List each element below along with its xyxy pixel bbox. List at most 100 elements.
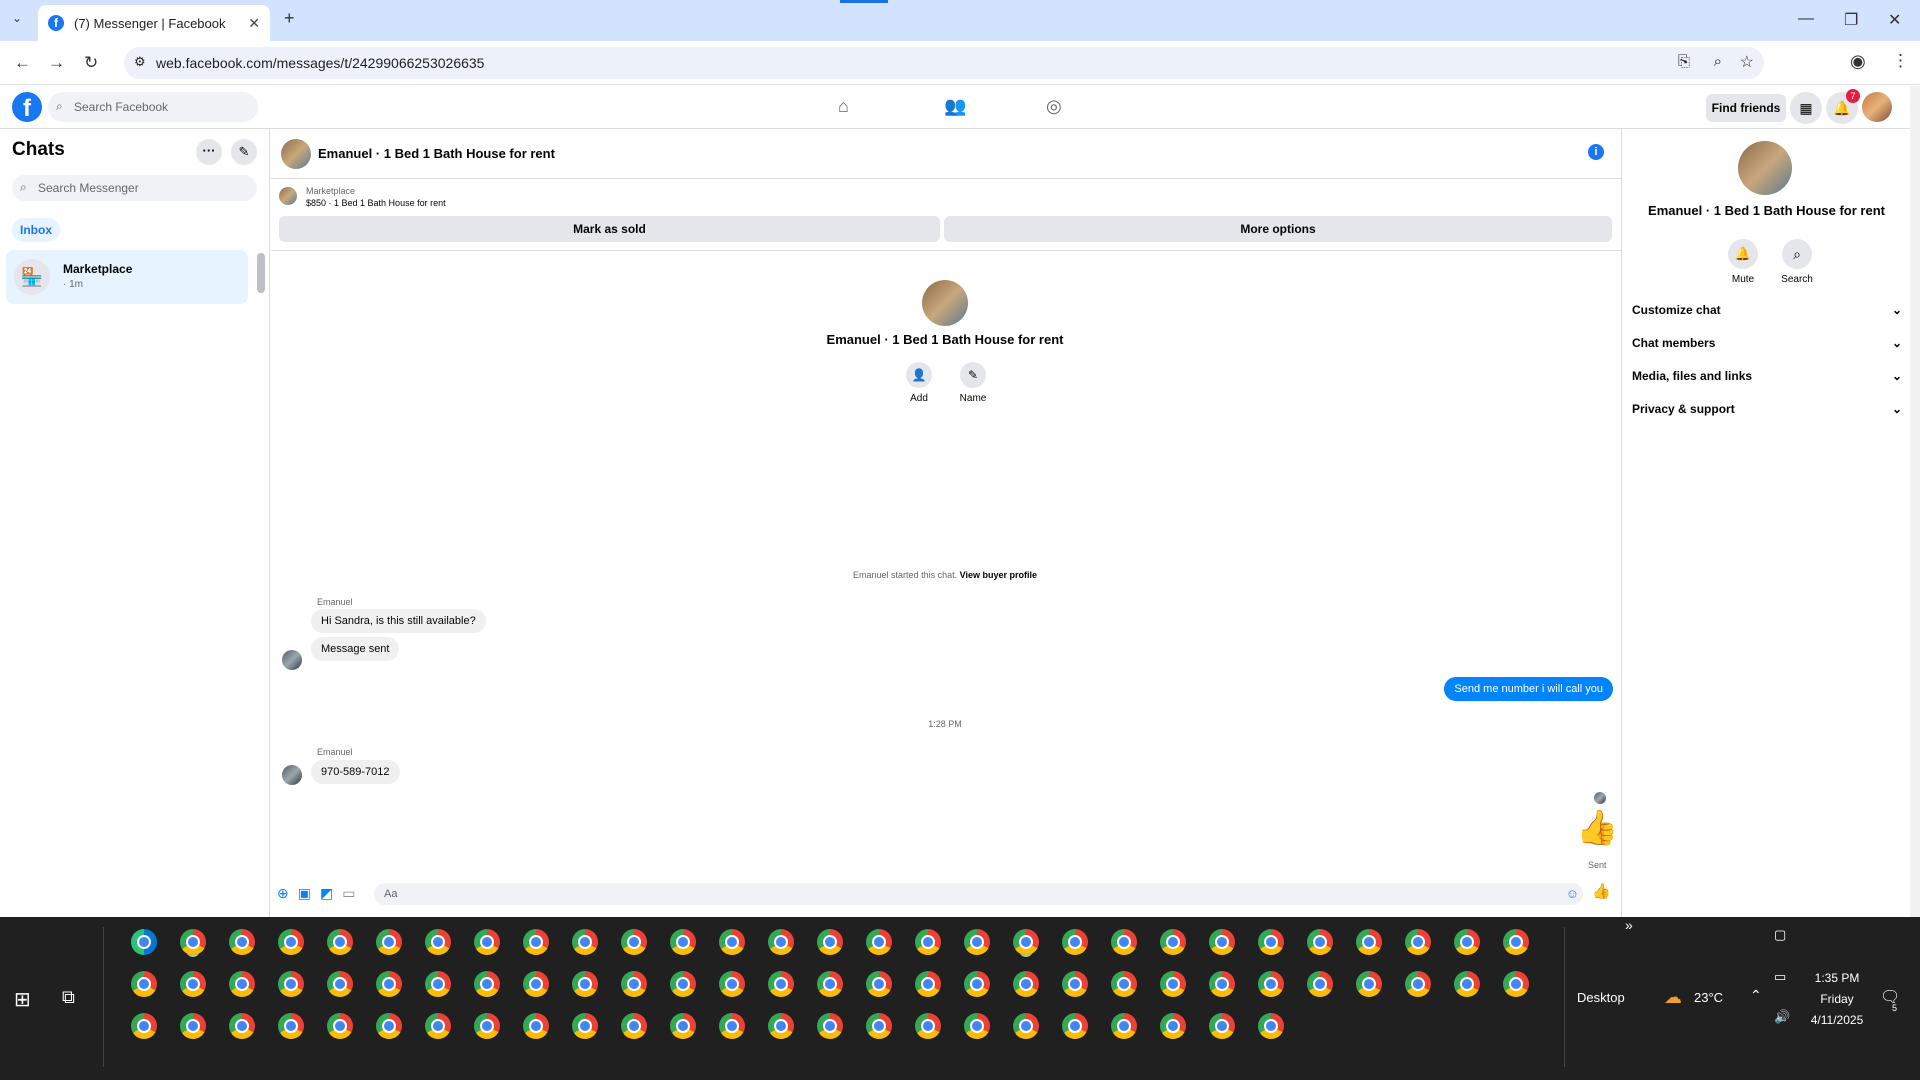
chrome-window-icon[interactable]	[572, 971, 598, 997]
close-tab-icon[interactable]: ✕	[248, 15, 260, 32]
chrome-window-icon[interactable]	[474, 1013, 500, 1039]
new-tab-icon[interactable]: +	[284, 8, 295, 29]
chrome-window-icon[interactable]	[572, 1013, 598, 1039]
chrome-window-icon[interactable]	[1405, 971, 1431, 997]
chrome-window-icon[interactable]	[131, 1013, 157, 1039]
edge-browser-icon[interactable]	[131, 929, 157, 955]
plus-icon[interactable]: ⊕	[277, 885, 289, 902]
messenger-search-input[interactable]: ⌕ Search Messenger	[12, 175, 257, 201]
chrome-window-icon[interactable]	[915, 929, 941, 955]
minimize-icon[interactable]: —	[1798, 10, 1814, 28]
chrome-window-icon[interactable]	[180, 929, 206, 955]
tab-list-chevron-icon[interactable]: ⌄	[12, 11, 22, 25]
chrome-window-icon[interactable]	[523, 971, 549, 997]
chrome-window-icon[interactable]	[1111, 929, 1137, 955]
chrome-window-icon[interactable]	[376, 1013, 402, 1039]
chrome-window-icon[interactable]	[425, 929, 451, 955]
chrome-window-icon[interactable]	[670, 929, 696, 955]
reload-icon[interactable]: ↻	[84, 53, 98, 73]
chrome-window-icon[interactable]	[376, 929, 402, 955]
chrome-window-icon[interactable]	[1454, 929, 1480, 955]
chrome-window-icon[interactable]	[523, 1013, 549, 1039]
meet-now-icon[interactable]: ▢	[1774, 927, 1786, 943]
chrome-window-icon[interactable]	[474, 929, 500, 955]
chrome-window-icon[interactable]	[817, 1013, 843, 1039]
chrome-window-icon[interactable]	[1307, 971, 1333, 997]
chrome-window-icon[interactable]	[1258, 971, 1284, 997]
new-message-icon[interactable]: ✎	[231, 139, 257, 165]
install-app-icon[interactable]: ⎘	[1678, 53, 1690, 70]
bookmark-star-icon[interactable]: ☆	[1740, 52, 1754, 72]
chrome-window-icon[interactable]	[1111, 971, 1137, 997]
menu-grid-icon[interactable]: ▦	[1790, 92, 1822, 124]
account-avatar[interactable]	[1862, 92, 1892, 122]
profile-icon[interactable]: ◉	[1850, 51, 1866, 72]
chrome-window-icon[interactable]	[425, 1013, 451, 1039]
chrome-window-icon[interactable]	[376, 971, 402, 997]
privacy-support-section[interactable]: Privacy & support ⌄	[1632, 402, 1902, 416]
clock-day[interactable]: Friday	[1807, 992, 1867, 1006]
start-windows-icon[interactable]: ⊞	[14, 987, 31, 1012]
listing-thumbnail[interactable]	[279, 187, 297, 205]
edit-name-icon[interactable]: ✎	[960, 362, 986, 388]
chrome-window-icon[interactable]	[1160, 971, 1186, 997]
clock-date[interactable]: 4/11/2025	[1799, 1013, 1875, 1027]
chrome-window-icon[interactable]	[1356, 929, 1382, 955]
chrome-window-icon[interactable]	[915, 971, 941, 997]
chrome-window-icon[interactable]	[425, 971, 451, 997]
info-icon[interactable]: i	[1588, 144, 1604, 160]
address-bar[interactable]: ⚙ web.facebook.com/messages/t/2429906625…	[124, 47, 1764, 79]
mark-as-sold-button[interactable]: Mark as sold	[279, 216, 940, 242]
chrome-window-icon[interactable]	[327, 929, 353, 955]
chrome-window-icon[interactable]	[817, 971, 843, 997]
chrome-window-icon[interactable]	[523, 929, 549, 955]
chat-list-item[interactable]: 🏪 Marketplace · 1m	[6, 250, 248, 304]
conversation-title[interactable]: Emanuel · 1 Bed 1 Bath House for rent	[318, 146, 555, 161]
chrome-window-icon[interactable]	[670, 971, 696, 997]
network-icon[interactable]: ▭	[1774, 969, 1786, 985]
desktop-toolbar-label[interactable]: Desktop	[1577, 990, 1625, 1005]
chrome-window-icon[interactable]	[1209, 929, 1235, 955]
facebook-search-input[interactable]: ⌕ Search Facebook	[48, 92, 258, 122]
chrome-window-icon[interactable]	[670, 1013, 696, 1039]
chrome-window-icon[interactable]	[1062, 929, 1088, 955]
chrome-window-icon[interactable]	[572, 929, 598, 955]
volume-icon[interactable]: 🔊	[1774, 1009, 1790, 1025]
chrome-window-icon[interactable]	[719, 971, 745, 997]
add-member-icon[interactable]: 👤	[906, 362, 932, 388]
chrome-window-icon[interactable]	[719, 929, 745, 955]
chrome-window-icon[interactable]	[621, 929, 647, 955]
chrome-window-icon[interactable]	[1356, 971, 1382, 997]
page-scrollbar[interactable]	[1910, 86, 1920, 917]
chrome-window-icon[interactable]	[1209, 971, 1235, 997]
back-icon[interactable]: ←	[14, 53, 31, 73]
chrome-window-icon[interactable]	[229, 929, 255, 955]
emoji-icon[interactable]: ☺	[1566, 886, 1579, 901]
view-buyer-profile-link[interactable]: View buyer profile	[960, 570, 1037, 580]
chrome-window-icon[interactable]	[866, 1013, 892, 1039]
chrome-window-icon[interactable]	[180, 971, 206, 997]
chrome-window-icon[interactable]	[180, 1013, 206, 1039]
media-files-links-section[interactable]: Media, files and links ⌄	[1632, 369, 1902, 383]
chats-options-icon[interactable]: ···	[196, 139, 222, 165]
clock-time[interactable]: 1:35 PM	[1807, 971, 1867, 985]
image-icon[interactable]: ▣	[298, 885, 311, 902]
send-like-icon[interactable]: 👍	[1592, 882, 1611, 900]
inbox-filter-tab[interactable]: Inbox	[12, 218, 60, 242]
received-message[interactable]: Hi Sandra, is this still available?	[311, 609, 486, 633]
chrome-window-icon[interactable]	[327, 971, 353, 997]
chrome-window-icon[interactable]	[621, 971, 647, 997]
chrome-window-icon[interactable]	[278, 1013, 304, 1039]
temperature[interactable]: 23°C	[1694, 990, 1723, 1005]
chrome-window-icon[interactable]	[719, 1013, 745, 1039]
chrome-window-icon[interactable]	[866, 929, 892, 955]
friends-nav-icon[interactable]: 👥	[944, 96, 966, 117]
customize-chat-section[interactable]: Customize chat ⌄	[1632, 303, 1902, 317]
more-options-button[interactable]: More options	[944, 216, 1612, 242]
chrome-window-icon[interactable]	[768, 971, 794, 997]
forward-icon[interactable]: →	[48, 53, 65, 73]
chrome-window-icon[interactable]	[1454, 971, 1480, 997]
chrome-window-icon[interactable]	[1503, 929, 1529, 955]
chrome-window-icon[interactable]	[474, 971, 500, 997]
taskbar-overflow-chevron-icon[interactable]: »	[1625, 917, 1633, 933]
